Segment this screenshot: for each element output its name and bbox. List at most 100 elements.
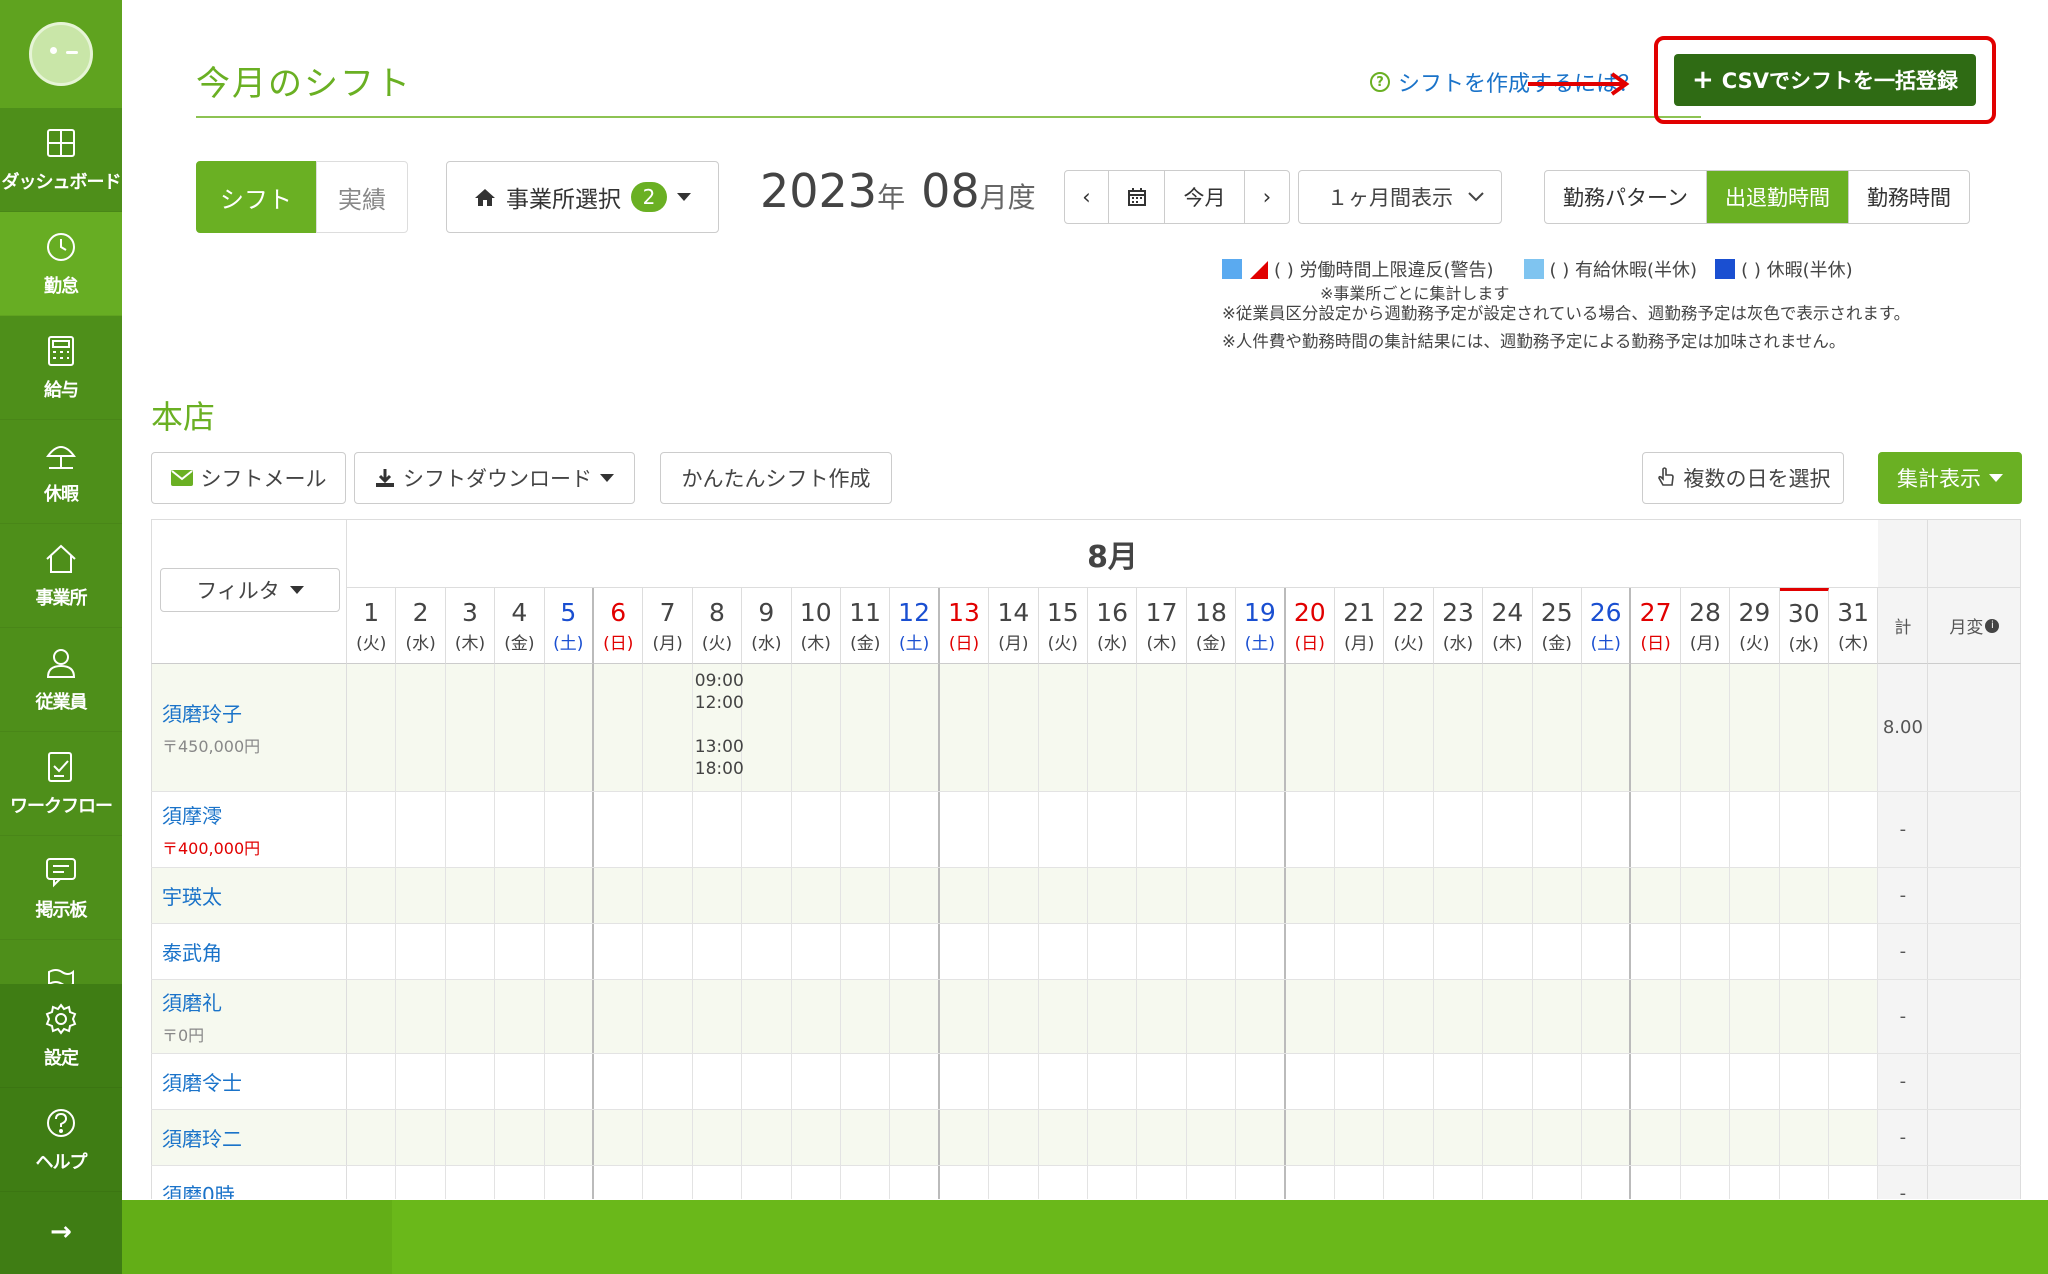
shift-cell[interactable] bbox=[1335, 1054, 1385, 1109]
shift-cell[interactable] bbox=[1286, 792, 1335, 867]
shift-cell[interactable] bbox=[643, 1166, 693, 1199]
shift-cell[interactable] bbox=[1384, 980, 1434, 1053]
shift-cell[interactable] bbox=[1533, 980, 1582, 1053]
shift-cell[interactable] bbox=[1187, 980, 1237, 1053]
shift-cell[interactable] bbox=[446, 1110, 496, 1165]
shift-cell[interactable] bbox=[643, 792, 693, 867]
shift-cell[interactable] bbox=[890, 1166, 940, 1199]
shift-cell[interactable] bbox=[1434, 924, 1484, 979]
shift-cell[interactable] bbox=[940, 1054, 990, 1109]
shift-cell[interactable] bbox=[1088, 924, 1138, 979]
shift-cell[interactable] bbox=[1434, 792, 1484, 867]
shift-cell[interactable] bbox=[1137, 980, 1187, 1053]
shift-cell[interactable] bbox=[792, 924, 841, 979]
shift-cell[interactable] bbox=[742, 664, 792, 791]
shift-cell[interactable] bbox=[1780, 792, 1829, 867]
shift-cell[interactable] bbox=[1582, 664, 1632, 791]
shift-cell[interactable] bbox=[396, 1110, 446, 1165]
calendar-button[interactable] bbox=[1109, 171, 1165, 223]
shift-cell[interactable] bbox=[1730, 980, 1780, 1053]
shift-cell[interactable] bbox=[1187, 1110, 1237, 1165]
shift-cell[interactable] bbox=[1780, 868, 1829, 923]
shift-cell[interactable] bbox=[594, 1054, 644, 1109]
shift-cell[interactable] bbox=[841, 980, 891, 1053]
shift-cell[interactable] bbox=[841, 792, 891, 867]
shift-cell[interactable] bbox=[1335, 1166, 1385, 1199]
shift-cell[interactable] bbox=[1483, 1054, 1533, 1109]
shift-cell[interactable] bbox=[940, 868, 990, 923]
this-month-button[interactable]: 今月 bbox=[1165, 171, 1245, 223]
shift-cell[interactable] bbox=[347, 868, 397, 923]
shift-cell[interactable] bbox=[693, 868, 743, 923]
view-option-2[interactable]: 勤務時間 bbox=[1849, 171, 1969, 223]
shift-cell[interactable] bbox=[1039, 1054, 1088, 1109]
shift-cell[interactable] bbox=[742, 924, 792, 979]
shift-cell[interactable] bbox=[545, 868, 594, 923]
shift-cell[interactable] bbox=[1829, 792, 1879, 867]
shift-cell[interactable] bbox=[1780, 1110, 1829, 1165]
shift-cell[interactable] bbox=[495, 1054, 545, 1109]
shift-cell[interactable] bbox=[1236, 924, 1286, 979]
day-header[interactable]: 29 (火) bbox=[1730, 588, 1780, 664]
shift-cell[interactable] bbox=[446, 1166, 496, 1199]
shift-cell[interactable] bbox=[1187, 664, 1237, 791]
shift-cell[interactable] bbox=[1780, 664, 1829, 791]
shift-cell[interactable] bbox=[1533, 1054, 1582, 1109]
day-header[interactable]: 5 (土) bbox=[544, 588, 594, 664]
shift-cell[interactable] bbox=[643, 1110, 693, 1165]
shift-cell[interactable] bbox=[1088, 868, 1138, 923]
employee-name-link[interactable]: 須磨礼 bbox=[162, 987, 346, 1016]
shift-cell[interactable] bbox=[1286, 664, 1335, 791]
shift-cell[interactable] bbox=[1582, 1166, 1632, 1199]
office-select-button[interactable]: 事業所選択 2 bbox=[446, 161, 719, 233]
shift-cell[interactable] bbox=[1631, 664, 1681, 791]
shift-cell[interactable] bbox=[841, 1166, 891, 1199]
shift-cell[interactable] bbox=[1730, 1166, 1780, 1199]
shift-cell[interactable] bbox=[792, 980, 841, 1053]
shift-cell[interactable] bbox=[1829, 664, 1879, 791]
shift-cell[interactable] bbox=[940, 1110, 990, 1165]
shift-cell[interactable] bbox=[1829, 1110, 1879, 1165]
shift-cell[interactable] bbox=[1039, 924, 1088, 979]
shift-cell[interactable] bbox=[1631, 1166, 1681, 1199]
shift-cell[interactable] bbox=[1483, 792, 1533, 867]
day-header[interactable]: 27 (日) bbox=[1631, 588, 1681, 664]
shift-cell[interactable] bbox=[1483, 664, 1533, 791]
shift-cell[interactable] bbox=[1137, 924, 1187, 979]
shift-cell[interactable] bbox=[989, 664, 1039, 791]
shift-cell[interactable] bbox=[446, 868, 496, 923]
expand-sidebar-icon[interactable]: → bbox=[0, 1192, 122, 1272]
shift-cell[interactable] bbox=[1384, 868, 1434, 923]
shift-cell[interactable] bbox=[643, 664, 693, 791]
shift-cell[interactable] bbox=[643, 868, 693, 923]
employee-name-link[interactable]: 須磨玲二 bbox=[162, 1123, 346, 1152]
shift-cell[interactable] bbox=[1730, 792, 1780, 867]
shift-cell[interactable] bbox=[495, 980, 545, 1053]
shift-cell[interactable] bbox=[1681, 664, 1731, 791]
shift-cell[interactable] bbox=[1829, 1054, 1879, 1109]
shift-cell[interactable] bbox=[545, 1110, 594, 1165]
shift-cell[interactable] bbox=[1137, 664, 1187, 791]
shift-cell[interactable] bbox=[1582, 792, 1632, 867]
shift-cell[interactable] bbox=[545, 980, 594, 1053]
shift-cell[interactable] bbox=[1286, 924, 1335, 979]
shift-cell[interactable] bbox=[1236, 1054, 1286, 1109]
shift-cell[interactable] bbox=[1187, 868, 1237, 923]
shift-cell[interactable] bbox=[1631, 1110, 1681, 1165]
shift-cell[interactable] bbox=[1631, 980, 1681, 1053]
shift-cell[interactable] bbox=[989, 924, 1039, 979]
shift-mail-button[interactable]: シフトメール bbox=[151, 452, 346, 504]
shift-cell[interactable] bbox=[1730, 924, 1780, 979]
day-header[interactable]: 8 (火) bbox=[692, 588, 743, 664]
shift-cell[interactable] bbox=[495, 1110, 545, 1165]
shift-cell[interactable] bbox=[1631, 792, 1681, 867]
shift-cell[interactable] bbox=[1335, 980, 1385, 1053]
shift-cell[interactable] bbox=[1088, 1110, 1138, 1165]
day-header[interactable]: 19 (土) bbox=[1236, 588, 1286, 664]
shift-cell[interactable] bbox=[792, 1166, 841, 1199]
shift-cell[interactable] bbox=[1286, 1110, 1335, 1165]
day-header[interactable]: 25 (金) bbox=[1532, 588, 1582, 664]
shift-cell[interactable] bbox=[545, 664, 594, 791]
shift-cell[interactable] bbox=[1039, 792, 1088, 867]
shift-cell[interactable] bbox=[594, 1166, 644, 1199]
